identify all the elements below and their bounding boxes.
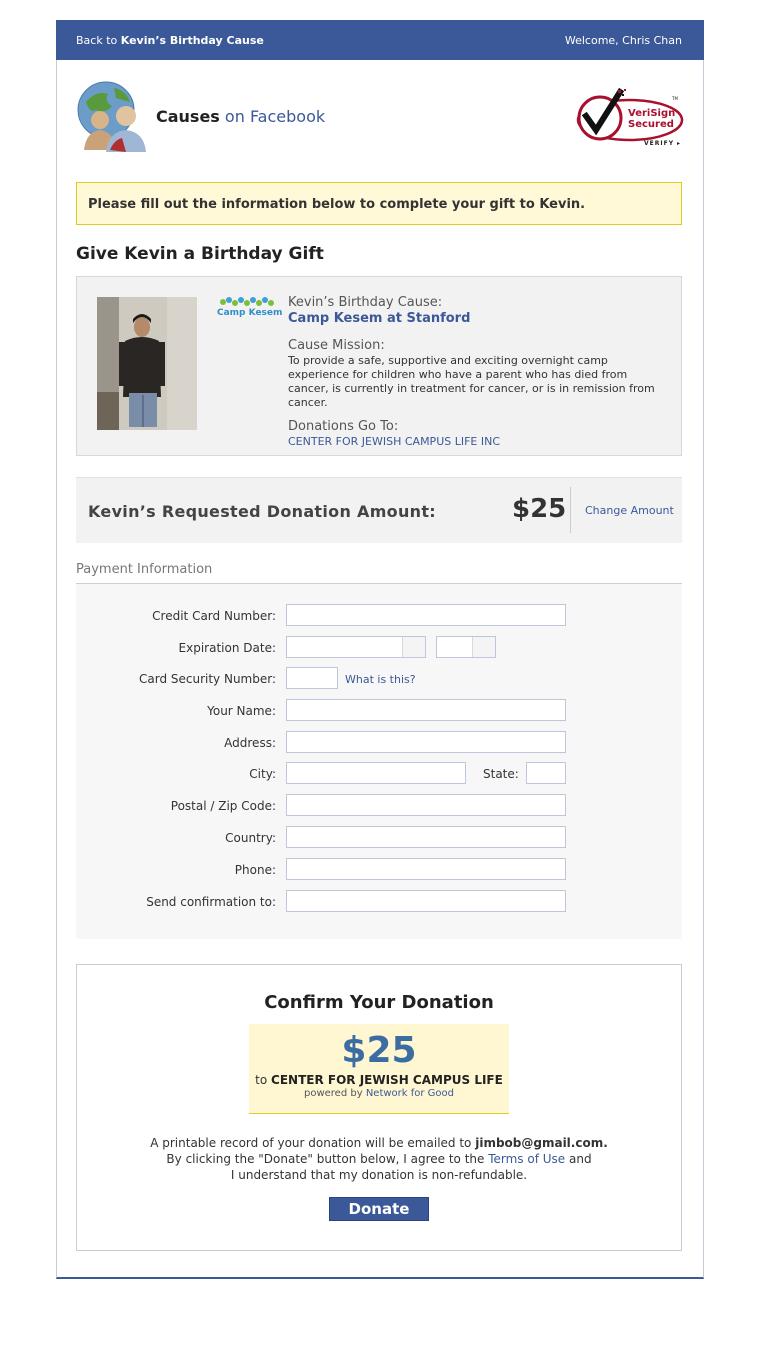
verisign-line2: Secured xyxy=(628,119,674,130)
cause-panel: Camp Kesem Kevin’s Birthday Cause: Camp … xyxy=(76,276,682,456)
confirm-to-label: Send confirmation to: xyxy=(146,895,276,909)
gift-heading: Give Kevin a Birthday Gift xyxy=(76,244,324,264)
back-target: Kevin’s Birthday Cause xyxy=(120,34,264,47)
verisign-play-icon: ▸ xyxy=(677,140,681,147)
verisign-verify: VERIFY xyxy=(644,140,675,147)
state-input[interactable] xyxy=(526,762,566,784)
confirm-email-input[interactable] xyxy=(286,890,566,912)
postal-label: Postal / Zip Code: xyxy=(170,799,276,813)
back-link[interactable]: Back to Kevin’s Birthday Cause xyxy=(76,34,264,47)
change-amount-link[interactable]: Change Amount xyxy=(585,504,674,517)
donations-label: Donations Go To: xyxy=(288,419,399,434)
terms-of-use-link[interactable]: Terms of Use xyxy=(488,1152,565,1166)
postal-input[interactable] xyxy=(286,794,566,816)
phone-input[interactable] xyxy=(286,858,566,880)
verisign-line1: VeriSign xyxy=(628,108,676,119)
card-number-input[interactable] xyxy=(286,604,566,626)
country-label: Country: xyxy=(225,831,276,845)
powered-prefix: powered by xyxy=(303,1088,363,1099)
verisign-tm: TM xyxy=(672,96,678,101)
network-for-good-link[interactable]: Network for Good xyxy=(366,1088,454,1099)
cause-name-link[interactable]: Camp Kesem at Stanford xyxy=(288,311,668,326)
country-input[interactable] xyxy=(286,826,566,848)
name-input[interactable] xyxy=(286,699,566,721)
brand-title[interactable]: Causes on Facebook xyxy=(156,107,325,126)
requested-amount-panel: Kevin’s Requested Donation Amount: $25 C… xyxy=(76,477,682,543)
divider xyxy=(570,487,571,533)
mission-label: Cause Mission: xyxy=(288,338,385,353)
agree-line-suffix: and xyxy=(569,1152,592,1166)
city-label: City: xyxy=(249,767,276,781)
expiration-year-select[interactable] xyxy=(436,636,496,658)
requested-label: Kevin’s Requested Donation Amount: xyxy=(88,502,436,521)
payment-form: Credit Card Number: Expiration Date: Car… xyxy=(76,584,682,939)
donations-org-link[interactable]: CENTER FOR JEWISH CAMPUS LIFE INC xyxy=(288,435,668,448)
dropdown-arrow xyxy=(472,637,495,657)
donation-terms: A printable record of your donation will… xyxy=(77,1135,681,1183)
confirm-panel: Confirm Your Donation $25 to CENTER FOR … xyxy=(76,964,682,1251)
causes-globe-people-icon xyxy=(76,80,152,154)
cause-info: Kevin’s Birthday Cause: Camp Kesem at St… xyxy=(288,295,668,448)
camp-kesem-logo-text: Camp Kesem xyxy=(217,308,283,318)
to-prefix: to xyxy=(255,1073,268,1087)
city-input[interactable] xyxy=(286,762,466,784)
dropdown-arrow xyxy=(402,637,425,657)
powered-by: powered by Network for Good xyxy=(249,1088,509,1099)
phone-label: Phone: xyxy=(234,863,276,877)
welcome-text: Welcome, Chris Chan xyxy=(564,34,682,47)
agree-line-prefix: By clicking the "Donate" button below, I… xyxy=(166,1152,485,1166)
donation-recipient: to CENTER FOR JEWISH CAMPUS LIFE xyxy=(249,1073,509,1087)
email-line-prefix: A printable record of your donation will… xyxy=(150,1136,472,1150)
payment-title: Payment Information xyxy=(76,562,213,577)
notice-text: Please fill out the information below to… xyxy=(88,197,586,212)
top-bar: Back to Kevin’s Birthday Cause Welcome, … xyxy=(56,20,704,60)
brand-on-facebook: on Facebook xyxy=(224,107,326,126)
back-prefix: Back to xyxy=(76,34,118,47)
mission-text: To provide a safe, supportive and exciti… xyxy=(288,354,655,409)
camp-kesem-logo: Camp Kesem xyxy=(215,297,283,323)
security-code-input[interactable] xyxy=(286,667,338,689)
donation-amount: $25 xyxy=(341,1030,417,1071)
address-input[interactable] xyxy=(286,731,566,753)
expiration-label: Expiration Date: xyxy=(178,641,276,655)
state-label: State: xyxy=(483,767,519,781)
what-is-this-link[interactable]: What is this? xyxy=(345,673,416,686)
brand-causes: Causes xyxy=(156,107,220,126)
name-label: Your Name: xyxy=(207,704,276,718)
donation-summary-card: $25 to CENTER FOR JEWISH CAMPUS LIFE pow… xyxy=(249,1024,509,1114)
security-label: Card Security Number: xyxy=(138,672,276,686)
requested-amount: $25 xyxy=(512,494,567,524)
address-label: Address: xyxy=(224,736,276,750)
email-address: jimbob@gmail.com. xyxy=(475,1136,608,1150)
confirm-title: Confirm Your Donation xyxy=(264,992,494,1013)
verisign-seal[interactable]: VeriSign Secured VERIFY ▸ TM xyxy=(574,87,686,150)
card-number-label: Credit Card Number: xyxy=(152,609,276,623)
notice-banner: Please fill out the information below to… xyxy=(76,182,682,225)
refund-line: I understand that my donation is non-ref… xyxy=(230,1168,528,1182)
donate-button[interactable]: Donate xyxy=(329,1197,429,1221)
expiration-month-select[interactable] xyxy=(286,636,426,658)
recipient-org: CENTER FOR JEWISH CAMPUS LIFE xyxy=(271,1073,503,1087)
kevin-photo xyxy=(97,297,197,430)
cause-label: Kevin’s Birthday Cause: xyxy=(288,295,443,310)
